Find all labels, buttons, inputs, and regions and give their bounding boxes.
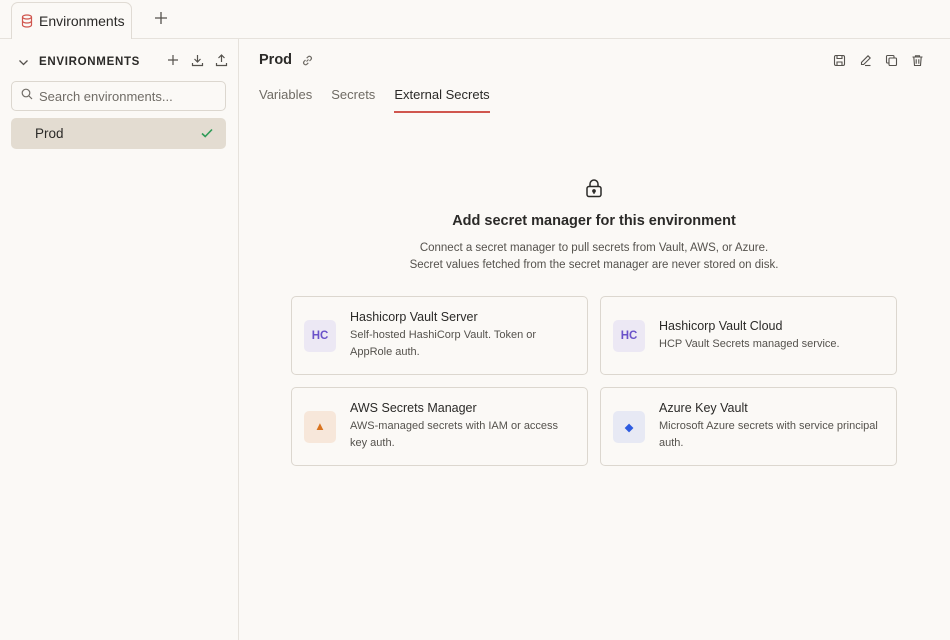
empty-state-description: Connect a secret manager to pull secrets… [240,240,948,274]
trash-icon[interactable] [910,53,924,67]
provider-card-aws[interactable]: ▲ AWS Secrets Manager AWS-managed secret… [291,387,588,466]
page-title: Prod [259,52,314,68]
provider-title: AWS Secrets Manager [350,401,477,415]
empty-state-title: Add secret manager for this environment [452,213,736,229]
check-icon [200,126,214,143]
hashicorp-icon: HC [613,320,645,352]
tab-external-secrets[interactable]: External Secrets [394,87,490,113]
provider-card-vault-server[interactable]: HC Hashicorp Vault Server Self-hosted Ha… [291,296,588,375]
aws-icon: ▲ [304,411,336,443]
main-panel: Prod Variables Secrets External Secrets [240,39,950,640]
provider-title: Hashicorp Vault Server [350,310,478,324]
provider-title: Azure Key Vault [659,401,748,415]
provider-description: Microsoft Azure secrets with service pri… [659,420,878,449]
search-icon [21,87,33,105]
chevron-down-icon[interactable] [16,55,30,69]
duplicate-icon[interactable] [884,53,898,67]
edit-icon[interactable] [858,53,872,67]
new-tab-button[interactable] [150,9,172,31]
tab-strip: Variables Secrets External Secrets [259,87,490,113]
provider-title: Hashicorp Vault Cloud [659,318,783,333]
import-icon[interactable] [190,53,204,67]
provider-card-azure[interactable]: ◆ Azure Key Vault Microsoft Azure secret… [600,387,897,466]
azure-icon: ◆ [613,411,645,443]
toolbar [832,53,924,67]
provider-card-vault-cloud[interactable]: HC Hashicorp Vault Cloud HCP Vault Secre… [600,296,897,375]
export-icon[interactable] [214,53,228,67]
tab-bar: Environments [0,0,950,40]
lock-icon [585,178,603,203]
description-line: Connect a secret manager to pull secrets… [419,242,769,254]
search-environments[interactable] [11,81,226,111]
tab-environments[interactable]: Environments [11,2,132,40]
provider-description: Self-hosted HashiCorp Vault. Token or Ap… [350,329,537,358]
tab-label: Environments [39,13,125,29]
environment-name: Prod [259,52,293,68]
hashicorp-icon: HC [304,320,336,352]
plus-icon [154,11,168,30]
add-environment-button[interactable] [166,53,180,67]
description-line: Secret values fetched from the secret ma… [409,259,779,271]
save-icon[interactable] [832,53,846,67]
sidebar-item-prod[interactable]: Prod [11,118,226,149]
search-input[interactable] [39,88,219,104]
database-icon [21,14,33,28]
sidebar-title: ENVIRONMENTS [39,56,141,68]
provider-description: AWS-managed secrets with IAM or access k… [350,420,559,449]
tab-variables[interactable]: Variables [259,87,312,113]
link-icon[interactable] [300,53,314,67]
tab-secrets[interactable]: Secrets [331,87,375,113]
sidebar-item-label: Prod [35,126,64,141]
sidebar: ENVIRONMENTS Prod [0,39,239,640]
sidebar-header: ENVIRONMENTS [16,53,228,71]
provider-description: HCP Vault Secrets managed service. [659,337,840,350]
